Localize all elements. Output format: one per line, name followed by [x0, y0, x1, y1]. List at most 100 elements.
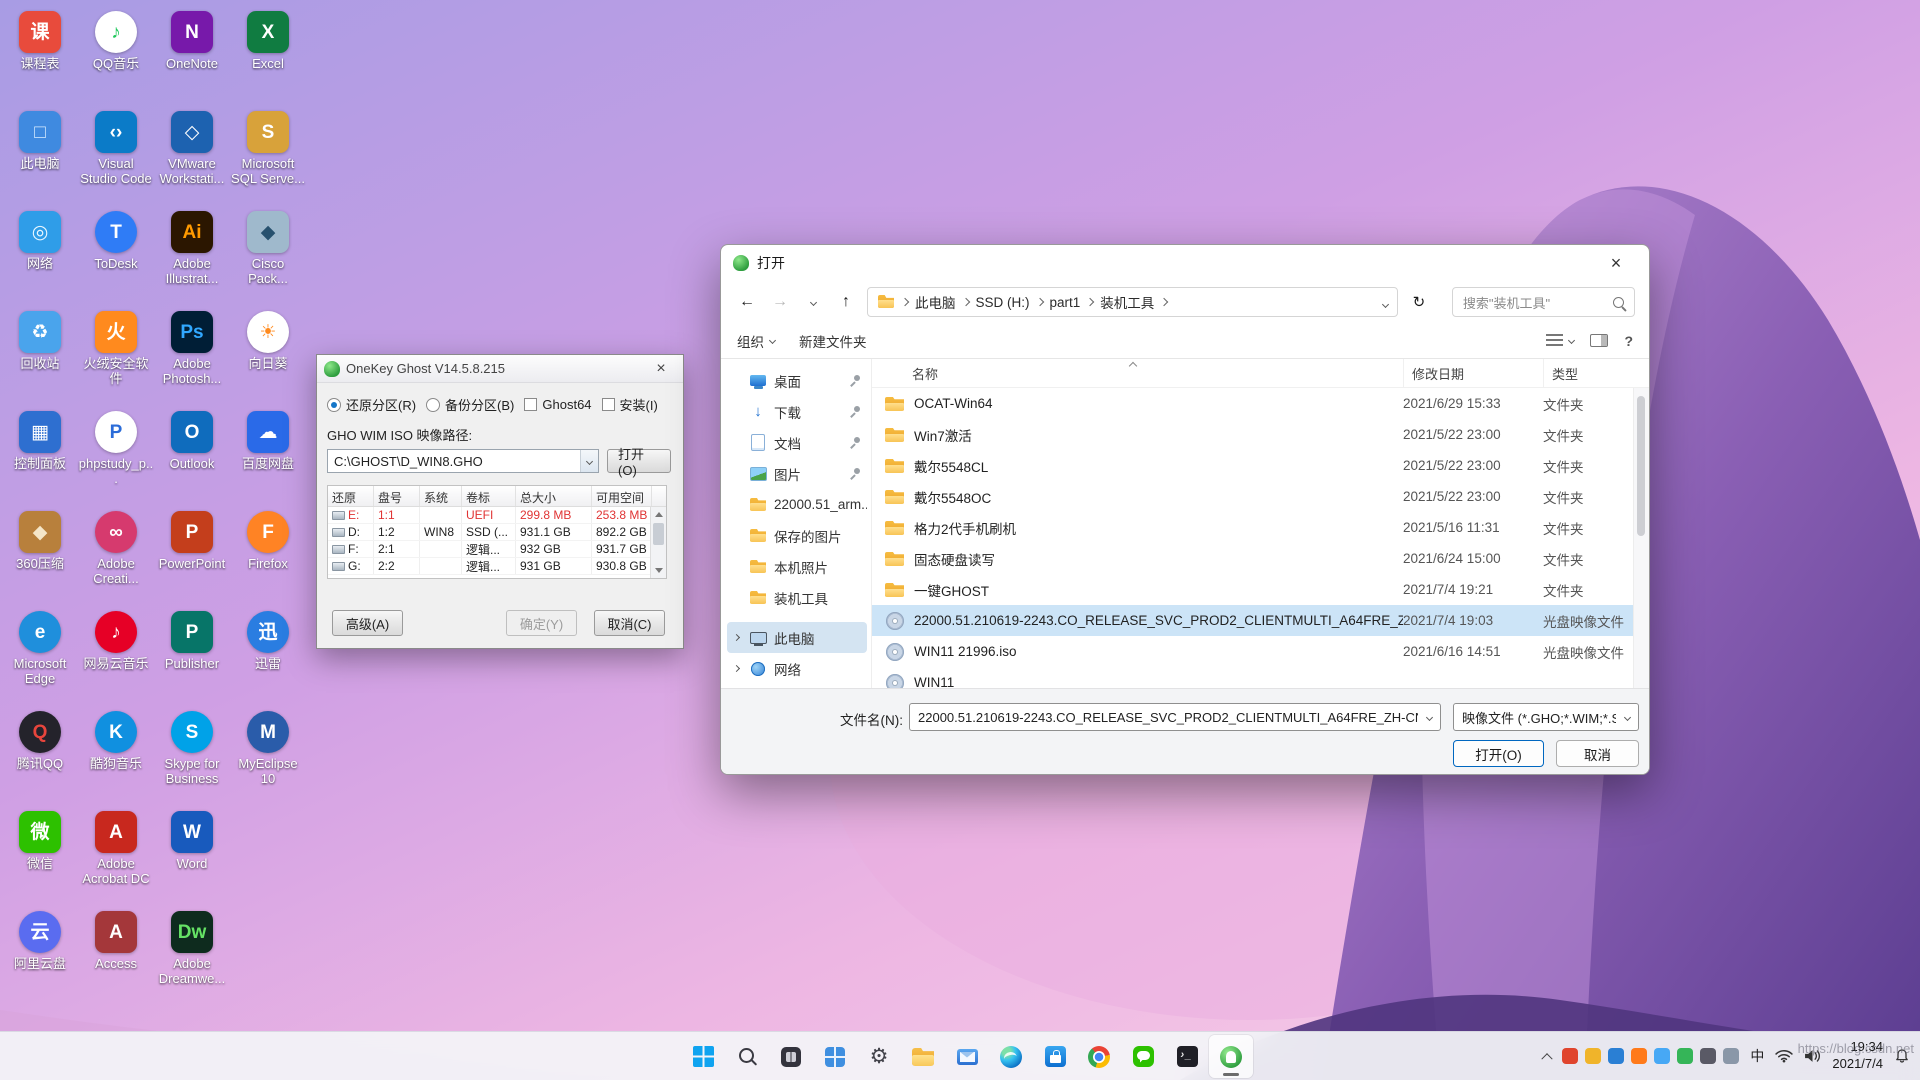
preview-pane-button[interactable]	[1590, 334, 1608, 347]
desktop-icon[interactable]: A Adobe Acrobat DC	[78, 804, 154, 904]
filetype-dropdown[interactable]: 映像文件 (*.GHO;*.WIM;*.SWI	[1453, 703, 1639, 731]
breadcrumb-item[interactable]: 此电脑	[915, 292, 956, 312]
desktop-icon[interactable]: e Microsoft Edge	[2, 604, 78, 704]
cancel-button[interactable]: 取消(C)	[594, 610, 665, 636]
file-row[interactable]: 固态硬盘读写 2021/6/24 15:00 文件夹	[872, 543, 1633, 574]
open-button[interactable]: 打开(O)	[1453, 740, 1544, 767]
search-box[interactable]: 搜索"装机工具"	[1452, 287, 1635, 317]
sidebar-item[interactable]: 图片	[727, 458, 867, 489]
onekey-title-bar[interactable]: OneKey Ghost V14.5.8.215	[317, 355, 683, 383]
desktop-icon[interactable]: Ps Adobe Photosh...	[154, 304, 230, 404]
tray-app-icon[interactable]	[1608, 1048, 1624, 1064]
desktop-icon[interactable]: 微 微信	[2, 804, 78, 904]
ghost64-checkbox[interactable]	[524, 398, 537, 411]
taskbar-widgets[interactable]	[813, 1035, 857, 1078]
desktop-icon[interactable]: ☀ 向日葵	[230, 304, 306, 404]
table-scrollbar[interactable]	[650, 507, 666, 578]
taskbar-start[interactable]	[681, 1035, 725, 1078]
breadcrumb-item[interactable]: SSD (H:)	[976, 295, 1030, 310]
desktop-icon[interactable]: ♪ 网易云音乐	[78, 604, 154, 704]
expand-chevron-icon[interactable]	[733, 634, 740, 641]
scrollbar-thumb[interactable]	[653, 523, 664, 545]
taskbar-chrome[interactable]	[1077, 1035, 1121, 1078]
scrollbar-thumb[interactable]	[1637, 396, 1645, 536]
taskbar-edge[interactable]	[989, 1035, 1033, 1078]
back-button[interactable]	[735, 290, 759, 314]
taskbar-task-view[interactable]	[769, 1035, 813, 1078]
file-row[interactable]: 22000.51.210619-2243.CO_RELEASE_SVC_PROD…	[872, 605, 1633, 636]
volume-icon[interactable]	[1804, 1049, 1821, 1063]
partition-row[interactable]: G: 2:2 逻辑... 931 GB 930.8 GB	[328, 558, 666, 575]
up-button[interactable]	[834, 290, 858, 314]
file-row[interactable]: 格力2代手机刷机 2021/5/16 11:31 文件夹	[872, 512, 1633, 543]
taskbar-mail[interactable]	[945, 1035, 989, 1078]
sidebar-item[interactable]: 网络	[727, 653, 867, 684]
sidebar-item[interactable]: 此电脑	[727, 622, 867, 653]
desktop-icon[interactable]: ◆ 360压缩	[2, 504, 78, 604]
backup-partition-radio[interactable]	[426, 398, 440, 412]
desktop-icon[interactable]: O Outlook	[154, 404, 230, 504]
desktop-icon[interactable]: ♪ QQ音乐	[78, 4, 154, 104]
ime-indicator[interactable]: 中	[1750, 1046, 1764, 1066]
tray-app-icon[interactable]	[1562, 1048, 1578, 1064]
sidebar-item[interactable]: 桌面	[727, 365, 867, 396]
hidden-icons-chevron-icon[interactable]	[1542, 1053, 1553, 1064]
advanced-button[interactable]: 高级(A)	[332, 610, 403, 636]
partition-row[interactable]: D: 1:2 WIN8 SSD (... 931.1 GB 892.2 GB	[328, 524, 666, 541]
file-row[interactable]: OCAT-Win64 2021/6/29 15:33 文件夹	[872, 388, 1633, 419]
taskbar-search[interactable]	[725, 1035, 769, 1078]
sidebar-item[interactable]: 本机照片	[727, 551, 867, 582]
desktop-icon[interactable]: □ 此电脑	[2, 104, 78, 204]
desktop-icon[interactable]: ‹› Visual Studio Code	[78, 104, 154, 204]
sidebar-item[interactable]: 装机工具	[727, 582, 867, 613]
column-header-name[interactable]: 名称	[872, 359, 1403, 387]
file-row[interactable]: WIN11	[872, 667, 1633, 688]
file-row[interactable]: Win7激活 2021/5/22 23:00 文件夹	[872, 419, 1633, 450]
close-icon[interactable]	[1595, 248, 1637, 278]
desktop-icon[interactable]: P Publisher	[154, 604, 230, 704]
desktop-icon[interactable]: P PowerPoint	[154, 504, 230, 604]
desktop-icon[interactable]: A Access	[78, 904, 154, 1004]
taskbar-store[interactable]	[1033, 1035, 1077, 1078]
clock[interactable]: 19:34 2021/7/4	[1832, 1039, 1883, 1073]
partition-row[interactable]: F: 2:1 逻辑... 932 GB 931.7 GB	[328, 541, 666, 558]
sidebar-item[interactable]: 保存的图片	[727, 520, 867, 551]
help-button[interactable]	[1624, 333, 1633, 349]
notification-bell-icon[interactable]	[1894, 1048, 1910, 1064]
tray-app-icon[interactable]	[1677, 1048, 1693, 1064]
chevron-down-icon[interactable]	[580, 450, 598, 472]
desktop-icon[interactable]: M MyEclipse 10	[230, 704, 306, 804]
install-checkbox[interactable]	[602, 398, 615, 411]
tray-app-icon[interactable]	[1631, 1048, 1647, 1064]
desktop-icon[interactable]: W Word	[154, 804, 230, 904]
desktop-icon[interactable]: ☁ 百度网盘	[230, 404, 306, 504]
taskbar-settings[interactable]	[857, 1035, 901, 1078]
desktop-icon[interactable]: T ToDesk	[78, 204, 154, 304]
tray-app-icon[interactable]	[1700, 1048, 1716, 1064]
browse-open-button[interactable]: 打开(O)	[607, 449, 671, 473]
desktop-icon[interactable]: S Microsoft SQL Serve...	[230, 104, 306, 204]
taskbar-onekey-ghost[interactable]	[1209, 1035, 1253, 1078]
refresh-button[interactable]	[1407, 290, 1431, 314]
file-row[interactable]: 一键GHOST 2021/7/4 19:21 文件夹	[872, 574, 1633, 605]
restore-partition-radio[interactable]	[327, 398, 341, 412]
taskbar-file-explorer[interactable]	[901, 1035, 945, 1078]
tray-app-icon[interactable]	[1723, 1048, 1739, 1064]
desktop-icon[interactable]: ▦ 控制面板	[2, 404, 78, 504]
filename-combobox[interactable]: 22000.51.210619-2243.CO_RELEASE_SVC_PROD…	[909, 703, 1441, 731]
desktop-icon[interactable]: ◎ 网络	[2, 204, 78, 304]
dialog-title-bar[interactable]: 打开	[721, 245, 1649, 281]
taskbar-wechat[interactable]	[1121, 1035, 1165, 1078]
column-header-type[interactable]: 类型	[1543, 359, 1631, 387]
new-folder-button[interactable]: 新建文件夹	[799, 331, 867, 351]
breadcrumb-item[interactable]: 装机工具	[1100, 292, 1154, 312]
sidebar-item[interactable]: 22000.51_arm...	[727, 489, 867, 520]
wifi-icon[interactable]	[1775, 1049, 1793, 1063]
desktop-icon[interactable]: 火 火绒安全软件	[78, 304, 154, 404]
desktop-icon[interactable]: ∞ Adobe Creati...	[78, 504, 154, 604]
address-bar[interactable]: 此电脑 SSD (H:) part1 装机工具	[867, 287, 1398, 317]
chevron-down-icon[interactable]	[1616, 715, 1638, 720]
desktop-icon[interactable]: Dw Adobe Dreamwe...	[154, 904, 230, 1004]
desktop-icon[interactable]: F Firefox	[230, 504, 306, 604]
forward-button[interactable]	[768, 290, 792, 314]
